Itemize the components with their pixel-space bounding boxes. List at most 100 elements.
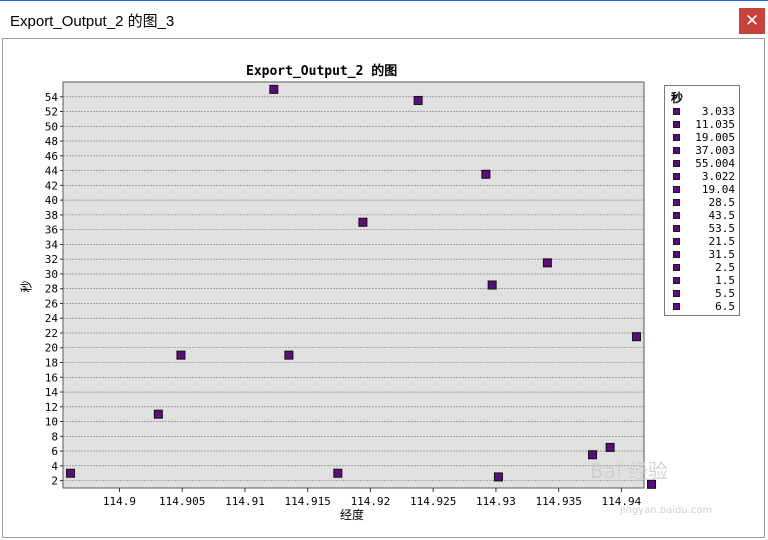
legend-label: 2.5	[715, 261, 735, 274]
legend-swatch	[673, 212, 680, 219]
y-tick-label: 50	[45, 120, 58, 133]
legend-item: 31.5	[673, 248, 739, 261]
y-tick-label: 22	[45, 327, 58, 340]
legend-swatch	[673, 160, 680, 167]
legend-item: 5.5	[673, 287, 739, 300]
legend-item: 3.033	[673, 105, 739, 118]
y-tick-label: 46	[45, 150, 58, 163]
x-tick-label: 114.905	[159, 495, 205, 508]
legend-label: 3.033	[701, 105, 735, 118]
data-point	[487, 280, 497, 290]
data-point	[493, 472, 503, 482]
legend-swatch	[673, 147, 680, 154]
legend-label: 43.5	[708, 209, 736, 222]
legend-swatch	[673, 277, 680, 284]
x-tick-label: 114.91	[225, 495, 265, 508]
y-tick-label: 10	[45, 416, 58, 429]
legend-swatch	[673, 121, 680, 128]
legend-swatch	[673, 134, 680, 141]
y-tick-label: 2	[51, 475, 58, 488]
data-point	[542, 258, 552, 268]
legend-title: 秒	[671, 91, 684, 105]
y-tick-label: 52	[45, 106, 58, 119]
y-tick-label: 54	[45, 91, 59, 104]
legend-item: 53.5	[673, 222, 739, 235]
y-tick-label: 12	[45, 401, 58, 414]
data-point	[284, 350, 294, 360]
y-tick-label: 6	[51, 445, 58, 458]
x-tick-label: 114.935	[535, 495, 581, 508]
y-tick-label: 20	[45, 342, 58, 355]
y-tick-label: 34	[45, 238, 59, 251]
legend-label: 11.035	[695, 118, 735, 131]
legend-swatch	[673, 238, 680, 245]
x-tick-label: 114.9	[103, 495, 136, 508]
legend-item: 19.04	[673, 183, 739, 196]
data-point	[176, 350, 186, 360]
legend-item: 6.5	[673, 300, 739, 313]
legend-label: 31.5	[708, 248, 736, 261]
y-tick-label: 28	[45, 283, 58, 296]
legend-item: 55.004	[673, 157, 739, 170]
plot-area	[62, 81, 645, 489]
legend-label: 6.5	[715, 300, 735, 313]
data-point	[481, 169, 491, 179]
legend-swatch	[673, 290, 680, 297]
legend-label: 37.003	[695, 144, 735, 157]
legend-swatch	[673, 251, 680, 258]
y-tick-label: 26	[45, 297, 58, 310]
y-tick-label: 36	[45, 224, 58, 237]
data-point	[153, 409, 163, 419]
data-point	[631, 332, 641, 342]
legend: 秒 3.033 11.035 19.005 37.003 55.004 3.022 19.0…	[664, 85, 740, 316]
legend-label: 28.5	[708, 196, 736, 209]
legend-swatch	[673, 173, 680, 180]
legend-label: 3.022	[701, 170, 735, 183]
y-tick-label: 16	[45, 371, 58, 384]
y-tick-label: 48	[45, 135, 58, 148]
legend-item: 11.035	[673, 118, 739, 131]
data-point	[333, 468, 343, 478]
legend-label: 5.5	[715, 287, 735, 300]
y-axis: 2468101214161820222426283032343638404244…	[45, 91, 63, 488]
legend-swatch	[673, 303, 680, 310]
legend-swatch	[673, 225, 680, 232]
legend-item: 1.5	[673, 274, 739, 287]
x-tick-label: 114.93	[476, 495, 516, 508]
y-tick-label: 8	[51, 430, 58, 443]
legend-item: 19.005	[673, 131, 739, 144]
legend-swatch	[673, 264, 680, 271]
data-point	[413, 95, 423, 105]
x-axis: 114.9 114.905 114.91 114.915 114.92 114.925 11…	[103, 488, 642, 508]
y-tick-label: 14	[45, 386, 59, 399]
y-tick-label: 18	[45, 357, 58, 370]
legend-item: 21.5	[673, 235, 739, 248]
y-tick-label: 38	[45, 209, 58, 222]
x-tick-label: 114.925	[410, 495, 456, 508]
watermark-url: jingyan.baidu.com	[620, 505, 713, 516]
legend-swatch	[673, 108, 680, 115]
legend-label: 55.004	[695, 157, 735, 170]
y-tick-label: 24	[45, 312, 59, 325]
data-point	[358, 217, 368, 227]
legend-swatch	[673, 186, 680, 193]
data-point	[605, 442, 615, 452]
y-axis-label: 秒	[19, 280, 34, 293]
watermark-logo: Bai 经验	[590, 459, 668, 483]
x-tick-label: 114.915	[285, 495, 331, 508]
legend-item: 3.022	[673, 170, 739, 183]
data-point	[66, 468, 76, 478]
y-tick-label: 30	[45, 268, 58, 281]
x-axis-label: 经度	[340, 508, 365, 522]
y-tick-label: 4	[51, 460, 58, 473]
legend-label: 19.005	[695, 131, 735, 144]
y-tick-label: 32	[45, 253, 58, 266]
legend-label: 19.04	[701, 183, 735, 196]
legend-item: 37.003	[673, 144, 739, 157]
legend-item: 28.5	[673, 196, 739, 209]
legend-label: 21.5	[708, 235, 736, 248]
y-tick-label: 42	[45, 179, 58, 192]
y-tick-label: 44	[45, 165, 59, 178]
data-point	[269, 84, 279, 94]
legend-item: 43.5	[673, 209, 739, 222]
